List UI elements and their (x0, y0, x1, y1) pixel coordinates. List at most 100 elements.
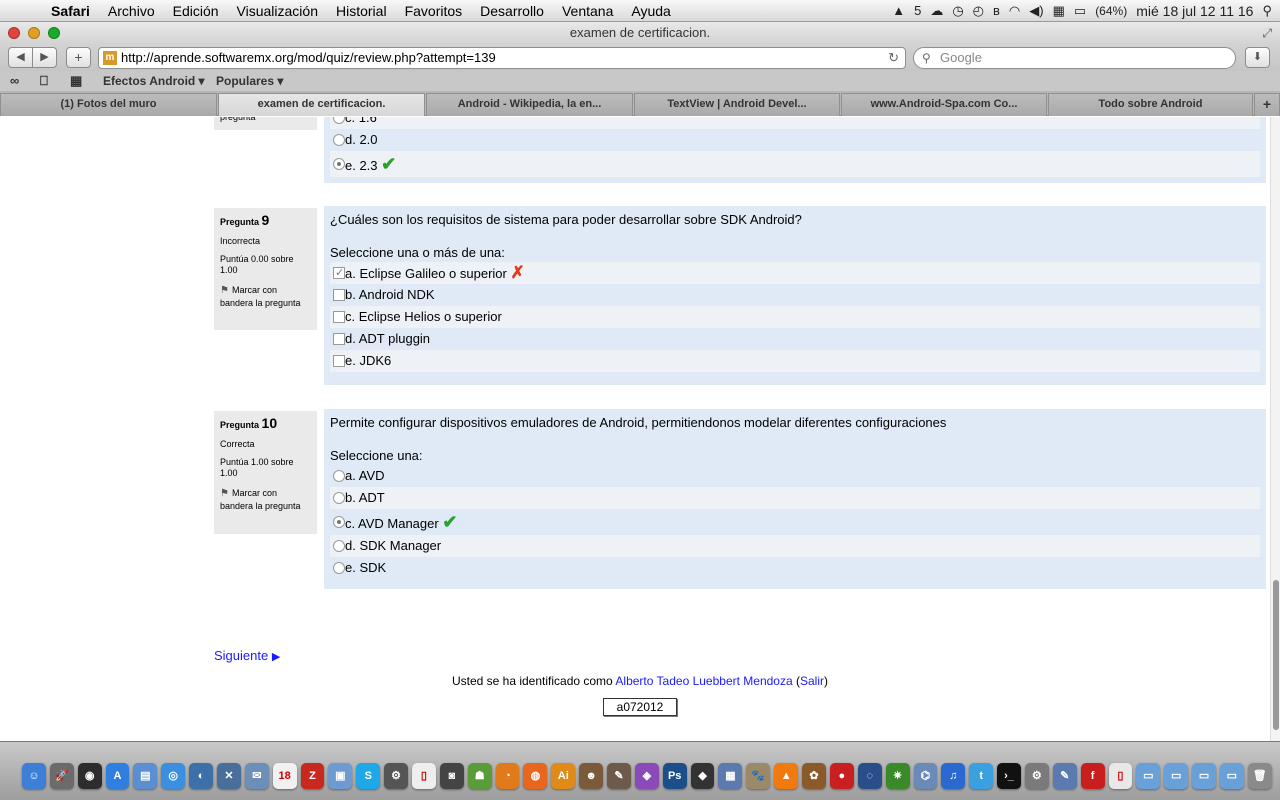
next-page-link[interactable]: Siguiente ▶ (214, 648, 280, 663)
radio-button[interactable] (333, 516, 345, 528)
calendar-icon[interactable]: 18 (272, 763, 297, 789)
trash-icon[interactable]: 🗑 (1247, 763, 1272, 789)
terminal-icon[interactable]: ›_ (997, 763, 1021, 789)
answer-option[interactable]: d. 2.0 (330, 129, 1260, 151)
volume-icon[interactable]: ◀) (1029, 0, 1043, 22)
checkbox[interactable] (333, 355, 345, 367)
gimp-icon[interactable]: ✎ (607, 763, 631, 789)
virtualbox-icon[interactable]: ▣ (328, 763, 353, 789)
checkbox[interactable] (333, 311, 345, 323)
radio-button[interactable] (333, 117, 345, 124)
tab-android-spa[interactable]: www.Android-Spa.com Co... (841, 93, 1047, 116)
new-tab-button[interactable]: + (1254, 93, 1280, 116)
answer-option[interactable]: e. JDK6 (330, 350, 1260, 372)
radio-button[interactable] (333, 492, 345, 504)
system-prefs-icon[interactable]: ⚙ (1024, 763, 1049, 789)
answer-option[interactable]: b. ADT (330, 487, 1260, 509)
globe-icon[interactable]: ◌ (857, 763, 882, 789)
character-icon[interactable]: ☻ (579, 763, 604, 789)
document-icon[interactable]: ▯ (1108, 763, 1133, 789)
radio-button[interactable] (333, 540, 345, 552)
textedit-icon[interactable]: ▯ (412, 763, 436, 789)
tab-examen[interactable]: examen de certificacion. (218, 93, 425, 116)
answer-option[interactable]: d. SDK Manager (330, 535, 1260, 557)
forward-button[interactable]: ▶ (32, 47, 57, 68)
angry-birds-icon[interactable]: ● (829, 763, 854, 789)
graphics-icon[interactable]: ◈ (634, 763, 659, 789)
xcode-icon[interactable]: ✕ (217, 763, 241, 789)
address-bar[interactable]: m http://aprende.softwaremx.org/mod/quiz… (98, 47, 906, 69)
menu-edicion[interactable]: Edición (164, 0, 228, 22)
radio-button[interactable] (333, 134, 345, 146)
mail-icon[interactable]: ✉ (244, 763, 269, 789)
adobe-icon[interactable]: ▲ (892, 0, 905, 22)
twitter-icon[interactable]: t (969, 763, 994, 789)
tab-textview[interactable]: TextView | Android Devel... (634, 93, 840, 116)
flag-link[interactable]: pregunta (220, 117, 311, 123)
itunes-icon[interactable]: ♫ (941, 763, 966, 789)
answer-option[interactable]: d. ADT pluggin (330, 328, 1260, 350)
radio-button[interactable] (333, 470, 345, 482)
menu-ventana[interactable]: Ventana (553, 0, 622, 22)
appstore-icon[interactable]: A (105, 763, 130, 789)
spotlight-icon[interactable]: ⚲ (1262, 0, 1272, 22)
menu-desarrollo[interactable]: Desarrollo (471, 0, 553, 22)
add-bookmark-button[interactable]: + (66, 47, 91, 68)
menu-visualizacion[interactable]: Visualización (228, 0, 327, 22)
menu-archivo[interactable]: Archivo (99, 0, 164, 22)
box-icon[interactable]: ▦ (718, 763, 743, 789)
checkbox[interactable] (333, 333, 345, 345)
sync-icon[interactable]: ◴ (973, 0, 984, 22)
radio-button[interactable] (333, 158, 345, 170)
user-profile-link[interactable]: Alberto Tadeo Luebbert Mendoza (615, 674, 792, 688)
unity-icon[interactable]: ◆ (690, 763, 715, 789)
minimize-window-button[interactable] (28, 27, 40, 39)
answer-option[interactable]: e. SDK (330, 557, 1260, 579)
blender-icon[interactable]: ◔ (495, 763, 520, 789)
search-field[interactable]: ⚲ Google (913, 47, 1236, 69)
folder-icon-3[interactable]: ▭ (1192, 763, 1216, 789)
answer-option[interactable]: c. 1.6 (330, 117, 1260, 129)
wifi-icon[interactable]: ◠ (1009, 0, 1020, 22)
bookmark-efectos-android[interactable]: Efectos Android ▾ (103, 71, 205, 91)
downloads-button[interactable]: ⬇ (1245, 47, 1270, 68)
script-editor-icon[interactable]: ✎ (1052, 763, 1077, 789)
reading-list-icon[interactable]: ∞ (10, 71, 19, 91)
checkbox[interactable] (333, 262, 345, 284)
game-icon[interactable]: ✿ (802, 763, 826, 789)
filezilla-icon[interactable]: Z (300, 763, 325, 789)
keyboard-icon[interactable]: ▦ (1053, 0, 1065, 22)
preview-icon[interactable]: ▤ (133, 763, 158, 789)
radio-button[interactable] (333, 562, 345, 574)
dashboard-icon[interactable]: ◉ (77, 763, 102, 789)
flag-link[interactable]: ⚑ Marcar con bandera la pregunta (220, 284, 311, 309)
firefox-icon[interactable]: ◍ (523, 763, 548, 789)
tab-fotos-muro[interactable]: (1) Fotos del muro (0, 93, 217, 116)
answer-option[interactable]: e. 2.3 ✔ (330, 151, 1260, 177)
camera-icon[interactable]: ◙ (439, 763, 464, 789)
scroll-thumb[interactable] (1273, 580, 1279, 730)
cloud-icon[interactable]: ☁ (930, 0, 943, 22)
answer-option[interactable]: a. Eclipse Galileo o superior ✗ (330, 262, 1260, 284)
menu-favoritos[interactable]: Favoritos (396, 0, 472, 22)
utility-icon[interactable]: ⚙ (384, 763, 409, 789)
skype-icon[interactable]: S (356, 763, 381, 789)
star-app-icon[interactable]: ✷ (885, 763, 910, 789)
battery-icon[interactable]: ▭ (1074, 0, 1086, 22)
menu-ayuda[interactable]: Ayuda (622, 0, 679, 22)
tab-android-wikipedia[interactable]: Android - Wikipedia, la en... (426, 93, 633, 116)
checkbox[interactable] (333, 289, 345, 301)
safari-icon[interactable]: ◎ (161, 763, 186, 789)
illustrator-icon[interactable]: Ai (551, 763, 576, 789)
bookmarks-icon[interactable]: ⎕ (40, 71, 48, 91)
tab-todo-android[interactable]: Todo sobre Android (1048, 93, 1253, 116)
bluetooth-icon[interactable]: ʙ (993, 0, 1000, 22)
finder-icon[interactable]: ☺ (22, 763, 46, 789)
close-window-button[interactable] (8, 27, 20, 39)
android-icon[interactable]: ☗ (467, 763, 492, 789)
answer-option[interactable]: a. AVD (330, 465, 1260, 487)
folder-icon-4[interactable]: ▭ (1219, 763, 1244, 789)
clock[interactable]: mié 18 jul 12 11 16 (1136, 0, 1253, 22)
fullscreen-icon[interactable]: ⤢ (1262, 22, 1272, 44)
menu-historial[interactable]: Historial (327, 0, 396, 22)
